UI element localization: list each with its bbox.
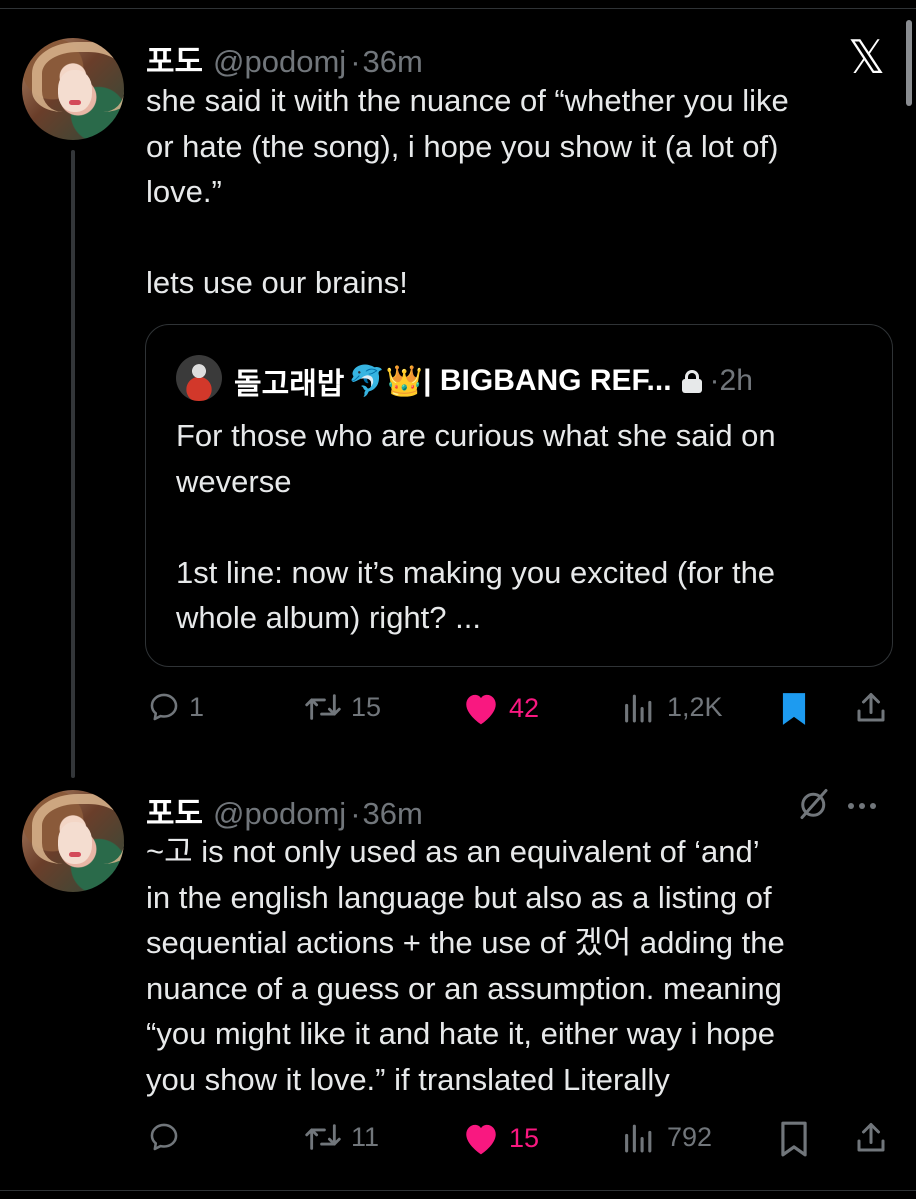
handle[interactable]: @podomj — [213, 796, 346, 832]
timestamp[interactable]: 36m — [363, 796, 423, 832]
repost-icon — [305, 694, 341, 720]
views-icon — [625, 1124, 652, 1153]
repost-count: 15 — [351, 691, 382, 722]
views-button[interactable]: 1,2K — [619, 690, 723, 724]
heart-icon — [466, 694, 496, 725]
repost-button[interactable]: 15 — [303, 690, 381, 724]
quoted-separator: · — [709, 364, 720, 397]
share-button[interactable] — [853, 1120, 889, 1156]
lock-icon — [681, 370, 702, 393]
bookmark-button[interactable] — [777, 1120, 811, 1158]
avatar[interactable] — [22, 790, 124, 892]
action-bar: 11 15 792 — [145, 1120, 895, 1160]
bookmark-button[interactable] — [777, 690, 811, 728]
reply-button[interactable]: 1 — [147, 690, 204, 724]
view-count: 1,2K — [667, 691, 723, 722]
reply-icon — [150, 1123, 178, 1151]
repost-icon — [305, 1124, 341, 1150]
reply-count: 1 — [189, 691, 205, 722]
separator: · — [350, 44, 361, 79]
quoted-header: 돌고래밥 🐬👑 | BIGBANG REF... · 2h — [234, 359, 753, 403]
heart-icon — [466, 1124, 496, 1155]
share-icon — [857, 1123, 885, 1152]
view-count: 792 — [667, 1121, 713, 1152]
avatar[interactable] — [22, 38, 124, 140]
reply-icon — [150, 693, 178, 721]
handle[interactable]: @podomj — [213, 44, 346, 80]
bookmark-icon — [782, 693, 806, 725]
thread-connector — [71, 150, 75, 778]
quoted-name-suffix: | BIGBANG REF... — [423, 364, 672, 397]
quoted-avatar[interactable] — [176, 355, 222, 401]
share-button[interactable] — [853, 690, 889, 726]
like-button[interactable]: 42 — [461, 690, 539, 726]
scrollbar[interactable] — [906, 20, 912, 106]
separator: · — [350, 796, 361, 831]
quoted-name-emojis: 🐬👑 — [348, 364, 424, 398]
tweet-header: 포도 @podomj · 36m — [146, 788, 423, 833]
reply-button[interactable] — [147, 1120, 189, 1154]
repost-count: 11 — [351, 1121, 380, 1152]
tweet-header: 포도 @podomj · 36m — [146, 36, 423, 81]
grok-icon[interactable] — [796, 786, 832, 827]
tweet-text: ~고 is not only used as an equivalent of … — [146, 834, 785, 1097]
more-options-icon[interactable] — [848, 786, 876, 809]
quoted-timestamp: 2h — [719, 364, 753, 397]
display-name[interactable]: 포도 — [146, 36, 203, 81]
quoted-display-name: 돌고래밥 — [234, 368, 345, 401]
quoted-text: For those who are curious what she said … — [176, 418, 776, 636]
views-button[interactable]: 792 — [619, 1120, 712, 1154]
views-icon — [625, 694, 652, 723]
repost-button[interactable]: 11 — [303, 1120, 379, 1154]
bookmark-icon — [781, 1121, 807, 1157]
like-count: 15 — [509, 1122, 540, 1153]
top-divider — [0, 0, 916, 9]
tweet-text: she said it with the nuance of “whether … — [146, 83, 789, 301]
x-logo-icon[interactable]: 𝕏 — [848, 34, 885, 80]
display-name[interactable]: 포도 — [146, 788, 203, 833]
bottom-divider — [0, 1190, 916, 1191]
like-count: 42 — [509, 692, 540, 723]
timestamp[interactable]: 36m — [363, 44, 423, 80]
share-icon — [857, 693, 885, 722]
quoted-tweet[interactable]: 돌고래밥 🐬👑 | BIGBANG REF... · 2h For those … — [145, 324, 893, 667]
like-button[interactable]: 15 — [461, 1120, 539, 1156]
action-bar: 1 15 42 1,2K — [145, 690, 895, 730]
